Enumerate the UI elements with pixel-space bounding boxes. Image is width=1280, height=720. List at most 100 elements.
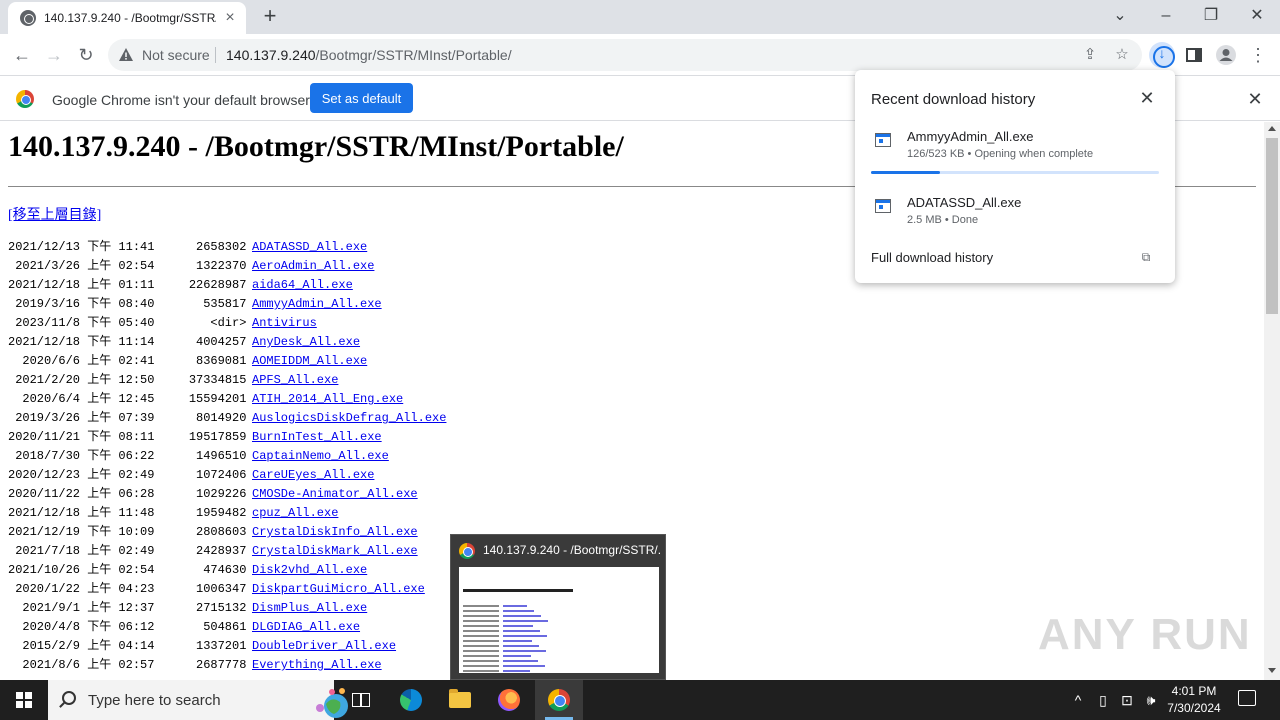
download-item[interactable]: ADATASSD_All.exe 2.5 MB • Done [855, 195, 1175, 255]
show-hidden-icons-chevron-icon[interactable]: ^ [1068, 690, 1088, 710]
forward-button[interactable]: → [42, 43, 66, 67]
start-button[interactable] [0, 680, 48, 720]
clock-time: 4:01 PM [1171, 684, 1217, 698]
preview-link-line [503, 660, 538, 662]
file-link[interactable]: DLGDIAG_All.exe [252, 620, 360, 634]
file-link[interactable]: ATIH_2014_All_Eng.exe [252, 392, 403, 406]
share-icon[interactable]: ⇪ [1082, 47, 1098, 63]
entry-date-size: 2021/12/13 下午 11:41 2658302 [8, 238, 246, 257]
open-external-icon[interactable]: ⧉ [1139, 250, 1153, 264]
address-bar[interactable]: Not secure 140.137.9.240/Bootmgr/SSTR/MI… [108, 39, 1142, 71]
reload-button[interactable]: ↻ [74, 43, 98, 67]
preview-row-line [463, 615, 499, 617]
file-link[interactable]: Disk2vhd_All.exe [252, 563, 367, 577]
entry-size: 1006347 [196, 582, 247, 596]
entry-date: 2020/11/21 下午 08:11 [8, 430, 155, 444]
preview-row-line [463, 660, 499, 662]
file-link[interactable]: Everything_All.exe [252, 658, 382, 672]
file-link[interactable]: BurnInTest_All.exe [252, 430, 382, 444]
download-filename: AmmyyAdmin_All.exe [907, 129, 1034, 144]
maximize-button[interactable]: ❐ [1197, 4, 1225, 28]
entry-date: 2020/11/22 上午 06:28 [8, 487, 155, 501]
downloads-button[interactable] [1149, 42, 1175, 68]
bookmark-star-icon[interactable]: ☆ [1114, 47, 1130, 63]
listing-row: 2021/10/26 上午 02:54 474630 Disk2vhd_All.ex… [8, 561, 446, 580]
tab-close-icon[interactable]: × [222, 10, 238, 26]
taskbar-firefox[interactable] [485, 680, 533, 720]
file-link[interactable]: CrystalDiskMark_All.exe [252, 544, 418, 558]
not-secure-label[interactable]: Not secure [142, 47, 210, 63]
preview-link-line [503, 665, 545, 667]
file-link[interactable]: cpuz_All.exe [252, 506, 338, 520]
back-button[interactable]: ← [10, 43, 34, 67]
file-link[interactable]: AmmyyAdmin_All.exe [252, 297, 382, 311]
battery-icon[interactable]: ▯ [1093, 690, 1113, 710]
profile-avatar-icon[interactable] [1214, 43, 1238, 67]
preview-row-line [463, 670, 499, 672]
download-history-panel: Recent download history ✕ AmmyyAdmin_All… [855, 70, 1175, 283]
scrollbar-thumb[interactable] [1266, 138, 1278, 314]
entry-date-size: 2020/11/21 下午 08:11 19517859 [8, 428, 246, 447]
file-link[interactable]: DoubleDriver_All.exe [252, 639, 396, 653]
listing-row: 2021/12/18 上午 01:11 22628987 aida64_All.ex… [8, 276, 446, 295]
minimize-button[interactable]: – [1152, 4, 1180, 28]
url-host: 140.137.9.240 [226, 47, 316, 63]
task-view-button[interactable] [336, 680, 384, 720]
preview-row-line [463, 645, 499, 647]
globe-icon [20, 10, 36, 26]
file-link[interactable]: CrystalDiskInfo_All.exe [252, 525, 418, 539]
file-link[interactable]: CaptainNemo_All.exe [252, 449, 389, 463]
entry-date: 2019/3/16 下午 08:40 [8, 297, 155, 311]
file-link[interactable]: CMOSDe-Animator_All.exe [252, 487, 418, 501]
taskbar-window-preview[interactable]: 140.137.9.240 - /Bootmgr/SSTR/... [450, 534, 666, 680]
listing-row: 2020/11/22 上午 06:28 1029226 CMOSDe-Animato… [8, 485, 446, 504]
entry-date: 2021/12/13 下午 11:41 [8, 240, 155, 254]
url-text[interactable]: 140.137.9.240/Bootmgr/SSTR/MInst/Portabl… [226, 47, 512, 63]
file-link[interactable]: CareUEyes_All.exe [252, 468, 374, 482]
file-link[interactable]: DiskpartGuiMicro_All.exe [252, 582, 425, 596]
file-link[interactable]: APFS_All.exe [252, 373, 338, 387]
file-link[interactable]: AOMEIDDM_All.exe [252, 354, 367, 368]
side-panel-icon[interactable] [1182, 43, 1206, 67]
full-download-history-link[interactable]: Full download history [871, 250, 993, 265]
browser-tab[interactable]: 140.137.9.240 - /Bootmgr/SSTR/MInst/Port… [8, 2, 246, 34]
entry-date: 2021/12/18 下午 11:14 [8, 335, 155, 349]
notification-center-icon[interactable] [1238, 690, 1256, 706]
entry-size: 1496510 [196, 449, 247, 463]
entry-date: 2020/6/6 上午 02:41 [8, 354, 155, 368]
listing-row: 2019/3/26 上午 07:39 8014920 AuslogicsDiskDe… [8, 409, 446, 428]
infobar-close-icon[interactable]: ✕ [1245, 89, 1265, 109]
scroll-up-arrow-icon[interactable] [1268, 126, 1276, 131]
parent-directory-link[interactable]: [移至上層目錄] [8, 204, 101, 224]
taskbar-clock[interactable]: 4:01 PM 7/30/2024 [1160, 683, 1228, 717]
tab-search-chevron-icon[interactable]: ⌄ [1106, 4, 1134, 28]
taskbar-search-box[interactable]: Type here to search [48, 680, 348, 720]
scroll-down-arrow-icon[interactable] [1268, 668, 1276, 673]
close-window-button[interactable]: ✕ [1243, 4, 1271, 28]
vertical-scrollbar[interactable] [1264, 122, 1280, 680]
new-tab-button[interactable]: + [258, 5, 282, 29]
file-link[interactable]: DismPlus_All.exe [252, 601, 367, 615]
taskbar-chrome[interactable] [535, 680, 583, 720]
chrome-icon [548, 689, 570, 711]
taskbar-edge[interactable] [387, 680, 435, 720]
download-panel-close-icon[interactable]: ✕ [1137, 88, 1157, 108]
download-item[interactable]: AmmyyAdmin_All.exe 126/523 KB • Opening … [855, 129, 1175, 189]
preview-heading-line [463, 589, 573, 592]
entry-date-size: 2021/3/26 上午 02:54 1322370 [8, 257, 246, 276]
file-link[interactable]: AuslogicsDiskDefrag_All.exe [252, 411, 446, 425]
file-link[interactable]: ADATASSD_All.exe [252, 240, 367, 254]
network-icon[interactable]: ⊡ [1117, 690, 1137, 710]
taskbar-file-explorer[interactable] [436, 680, 484, 720]
set-as-default-button[interactable]: Set as default [310, 83, 413, 113]
file-link[interactable]: Antivirus [252, 316, 317, 330]
tab-title: 140.137.9.240 - /Bootmgr/SSTR/MInst/Port… [44, 11, 216, 25]
volume-icon[interactable]: 🕪 [1141, 690, 1161, 710]
file-link[interactable]: AnyDesk_All.exe [252, 335, 360, 349]
entry-size: 1322370 [196, 259, 247, 273]
file-link[interactable]: AeroAdmin_All.exe [252, 259, 374, 273]
menu-kebab-icon[interactable]: ⋮ [1246, 43, 1270, 67]
file-link[interactable]: aida64_All.exe [252, 278, 353, 292]
preview-link-line [503, 645, 539, 647]
entry-date-size: 2021/12/19 下午 10:09 2808603 [8, 523, 246, 542]
